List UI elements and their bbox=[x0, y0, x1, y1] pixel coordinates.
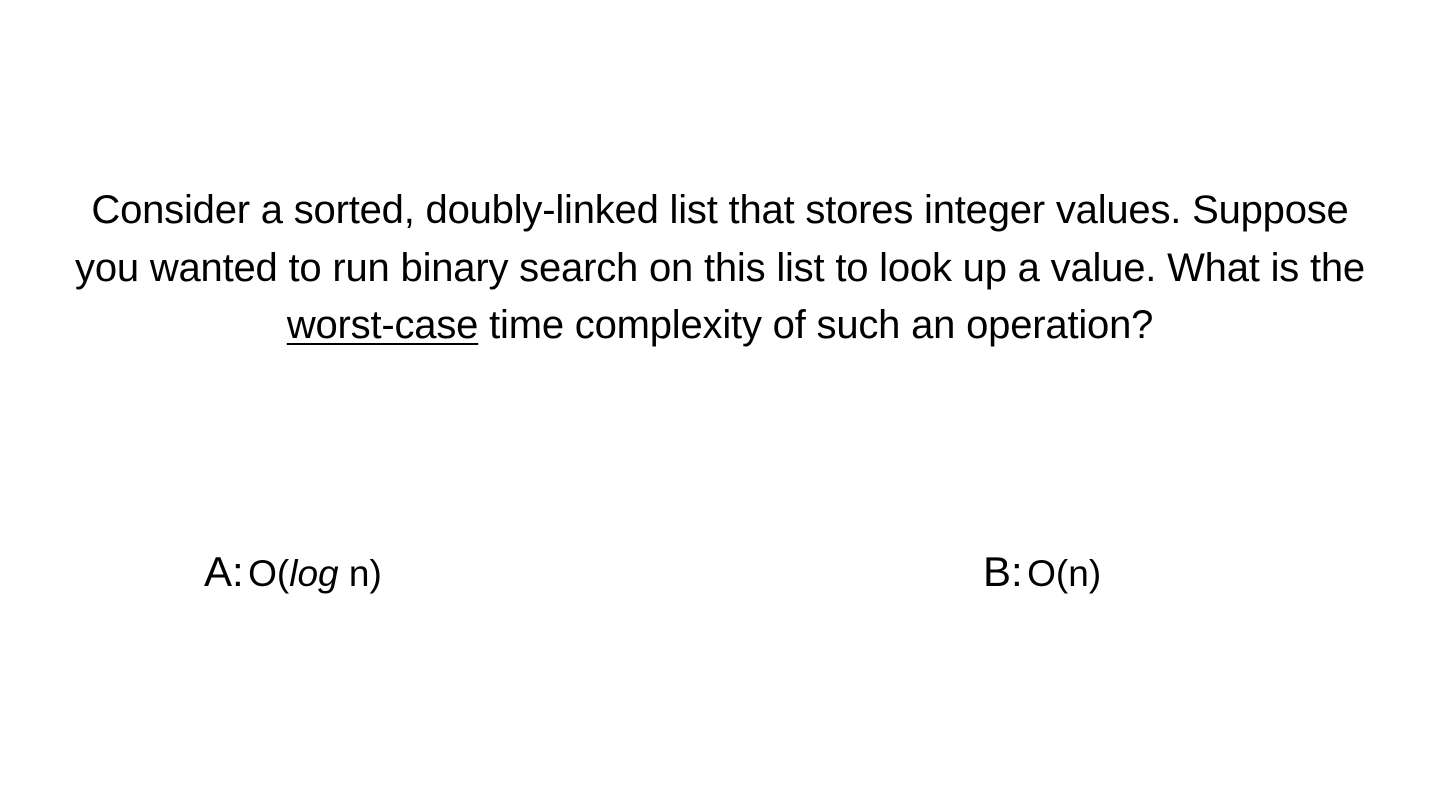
question-text-end: time complexity of such an operation? bbox=[478, 303, 1154, 347]
option-a-value-prefix: O( bbox=[248, 553, 290, 594]
question-text: Consider a sorted, doubly-linked list th… bbox=[60, 182, 1380, 355]
option-a-letter: A: bbox=[204, 548, 244, 595]
option-b-value-prefix: O(n) bbox=[1027, 553, 1102, 594]
answer-option-b[interactable]: B: O(n) bbox=[983, 542, 1101, 612]
option-b-letter: B: bbox=[983, 548, 1023, 595]
question-emphasis-worst-case: worst-case bbox=[286, 303, 479, 347]
answer-option-a[interactable]: A: O(log n) bbox=[204, 542, 382, 612]
option-a-value-suffix: n) bbox=[338, 553, 382, 594]
slide: Consider a sorted, doubly-linked list th… bbox=[0, 0, 1440, 810]
option-a-value-log: log bbox=[289, 553, 339, 594]
question-text-start: Consider a sorted, doubly-linked list th… bbox=[75, 188, 1365, 290]
option-b-value: O(n) bbox=[1027, 553, 1101, 594]
option-a-value: O(log n) bbox=[248, 553, 382, 594]
